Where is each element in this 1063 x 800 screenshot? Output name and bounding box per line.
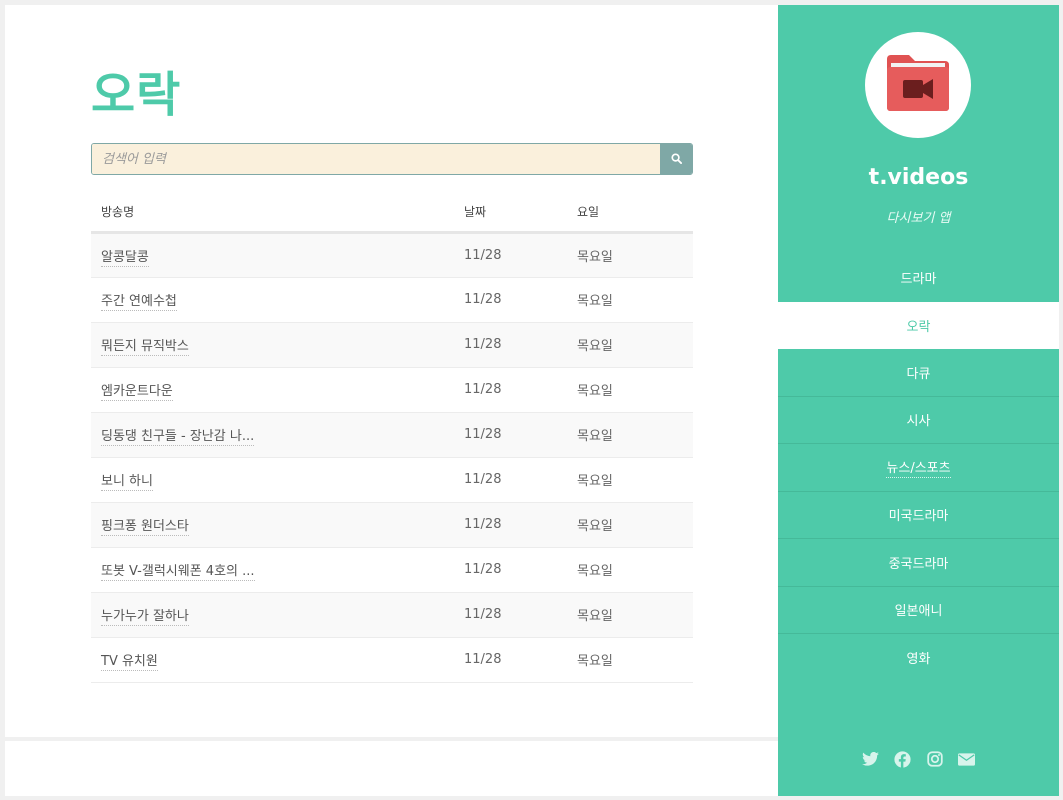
nav-item-label: 다큐 xyxy=(906,366,931,382)
header-name[interactable]: 방송명 xyxy=(91,193,454,234)
cell-day: 목요일 xyxy=(567,637,693,683)
cell-day: 목요일 xyxy=(567,547,693,593)
table-header-row: 방송명 날짜 요일 xyxy=(91,193,693,234)
cell-date: 11/28 xyxy=(454,457,567,503)
table-row[interactable]: 누가누가 잘하나 11/28 목요일 xyxy=(91,592,693,638)
table-row[interactable]: 또봇 V-갤럭시웨폰 4호의 ... 11/28 목요일 xyxy=(91,547,693,593)
nav-item-label: 뉴스/스포츠 xyxy=(886,457,951,478)
cell-date: 11/28 xyxy=(454,232,567,278)
instagram-icon[interactable] xyxy=(926,750,944,768)
social-links xyxy=(778,750,1059,768)
cell-date: 11/28 xyxy=(454,412,567,458)
nav-item[interactable]: 뉴스/스포츠 xyxy=(778,444,1059,492)
cell-day: 목요일 xyxy=(567,502,693,548)
search-bar xyxy=(91,143,693,175)
program-table: 방송명 날짜 요일 알콩달콩 11/28 목요일 주간 연예수첩 11/28 목요일 뭐든지… xyxy=(91,193,693,683)
nav-item-label: 미국드라마 xyxy=(888,509,949,525)
cell-program-name: TV 유치원 xyxy=(91,637,454,683)
table-row[interactable]: 보니 하니 11/28 목요일 xyxy=(91,457,693,503)
email-icon[interactable] xyxy=(958,750,976,768)
table-row[interactable]: TV 유치원 11/28 목요일 xyxy=(91,637,693,683)
cell-program-name: 뭐든지 뮤직박스 xyxy=(91,322,454,368)
facebook-icon[interactable] xyxy=(894,750,912,768)
cell-program-name: 엠카운트다운 xyxy=(91,367,454,413)
program-link[interactable]: 누가누가 잘하나 xyxy=(101,609,189,626)
cell-day: 목요일 xyxy=(567,277,693,323)
cell-day: 목요일 xyxy=(567,367,693,413)
nav-item[interactable]: 오락 xyxy=(778,301,1059,349)
table-row[interactable]: 알콩달콩 11/28 목요일 xyxy=(91,232,693,278)
page-title: 오락 xyxy=(91,67,182,123)
search-button[interactable] xyxy=(660,144,692,174)
brand-name: t.videos xyxy=(868,165,969,190)
cell-date: 11/28 xyxy=(454,277,567,323)
header-date[interactable]: 날짜 xyxy=(454,193,567,234)
cell-day: 목요일 xyxy=(567,592,693,638)
brand-tagline: 다시보기 앱 xyxy=(886,211,951,226)
video-folder-icon xyxy=(885,53,951,117)
table-row[interactable]: 뭐든지 뮤직박스 11/28 목요일 xyxy=(91,322,693,368)
nav-item-label: 드라마 xyxy=(900,272,937,288)
cell-program-name: 주간 연예수첩 xyxy=(91,277,454,323)
nav-item[interactable]: 다큐 xyxy=(778,349,1059,397)
cell-program-name: 핑크퐁 원더스타 xyxy=(91,502,454,548)
nav-item-label: 시사 xyxy=(906,414,931,430)
cell-program-name: 누가누가 잘하나 xyxy=(91,592,454,638)
program-link[interactable]: 엠카운트다운 xyxy=(101,384,173,401)
cell-day: 목요일 xyxy=(567,322,693,368)
nav-item[interactable]: 미국드라마 xyxy=(778,492,1059,539)
program-link[interactable]: 딩동댕 친구들 - 장난감 나... xyxy=(101,429,255,446)
nav-item[interactable]: 시사 xyxy=(778,397,1059,444)
program-link[interactable]: 핑크퐁 원더스타 xyxy=(101,519,189,536)
program-link[interactable]: 보니 하니 xyxy=(101,474,153,491)
cell-day: 목요일 xyxy=(567,232,693,278)
nav-item-label: 일본애니 xyxy=(894,604,943,620)
main-content: 오락 방송명 날짜 요일 알콩달콩11/28목요일주간 xyxy=(5,5,778,796)
cell-date: 11/28 xyxy=(454,592,567,638)
cell-date: 11/28 xyxy=(454,502,567,548)
nav-item[interactable]: 일본애니 xyxy=(778,587,1059,634)
cell-day: 목요일 xyxy=(567,412,693,458)
table-row[interactable]: 딩동댕 친구들 - 장난감 나... 11/28 목요일 xyxy=(91,412,693,458)
program-link[interactable]: TV 유치원 xyxy=(101,654,158,671)
cell-date: 11/28 xyxy=(454,322,567,368)
nav-item-label: 영화 xyxy=(906,652,931,668)
program-link[interactable]: 또봇 V-갤럭시웨폰 4호의 ... xyxy=(101,564,255,581)
category-nav: 드라마오락다큐시사뉴스/스포츠미국드라마중국드라마일본애니영화 xyxy=(778,254,1059,682)
program-link[interactable]: 알콩달콩 xyxy=(101,249,149,267)
header-day[interactable]: 요일 xyxy=(567,193,693,234)
program-link[interactable]: 주간 연예수첩 xyxy=(101,294,177,311)
nav-item-label: 중국드라마 xyxy=(888,556,949,572)
program-link[interactable]: 뭐든지 뮤직박스 xyxy=(101,339,189,356)
cell-date: 11/28 xyxy=(454,367,567,413)
footer-divider xyxy=(5,737,778,741)
cell-program-name: 딩동댕 친구들 - 장난감 나... xyxy=(91,412,454,458)
table-row[interactable]: 엠카운트다운 11/28 목요일 xyxy=(91,367,693,413)
nav-item[interactable]: 드라마 xyxy=(778,254,1059,302)
nav-item-label: 오락 xyxy=(906,319,931,335)
search-icon xyxy=(670,152,682,167)
cell-program-name: 또봇 V-갤럭시웨폰 4호의 ... xyxy=(91,547,454,593)
app-frame: 오락 방송명 날짜 요일 알콩달콩11/28목요일주간 xyxy=(5,5,1059,796)
nav-item[interactable]: 영화 xyxy=(778,634,1059,682)
cell-program-name: 보니 하니 xyxy=(91,457,454,503)
sidebar: t.videos 다시보기 앱 드라마오락다큐시사뉴스/스포츠미국드라마중국드라… xyxy=(778,5,1059,796)
table-row[interactable]: 주간 연예수첩 11/28 목요일 xyxy=(91,277,693,323)
cell-date: 11/28 xyxy=(454,547,567,593)
logo[interactable] xyxy=(865,32,971,138)
cell-day: 목요일 xyxy=(567,457,693,503)
cell-program-name: 알콩달콩 xyxy=(91,232,454,278)
table-row[interactable]: 핑크퐁 원더스타 11/28 목요일 xyxy=(91,502,693,548)
twitter-icon[interactable] xyxy=(862,750,880,768)
search-input[interactable] xyxy=(92,144,660,174)
cell-date: 11/28 xyxy=(454,637,567,683)
nav-item[interactable]: 중국드라마 xyxy=(778,539,1059,587)
